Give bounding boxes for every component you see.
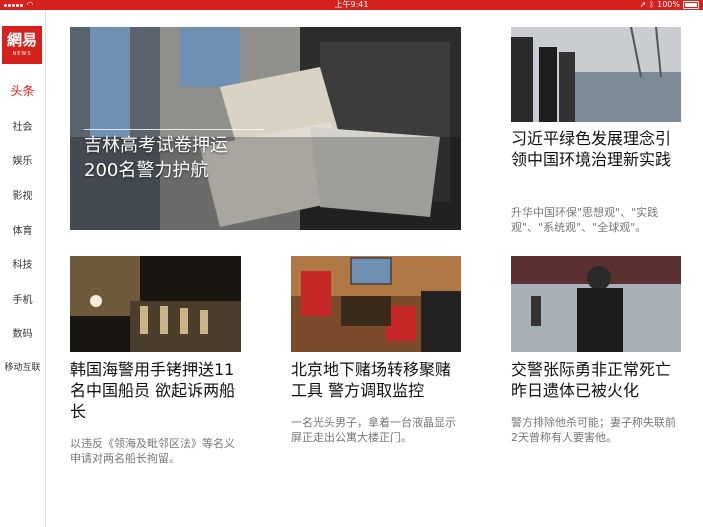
article-image	[291, 256, 461, 352]
article-card[interactable]: 北京地下赌场转移聚赌工具 警方调取监控 一名光头男子，拿着一台液晶显示屏正走出公…	[291, 256, 463, 466]
article-image	[511, 256, 681, 352]
netease-logo[interactable]: 網易 NEWS	[2, 26, 42, 64]
article-title: 韩国海警用手铐押送11名中国船员 欲起诉两船长	[70, 360, 236, 421]
article-summary: 警方排除他杀可能；妻子称失联前2天曾称有人要害他。	[511, 416, 676, 444]
article-title: 北京地下赌场转移聚赌工具 警方调取监控	[291, 360, 452, 400]
article-image	[70, 256, 241, 352]
article-title: 交警张际勇非正常死亡 昨日遗体已被火化	[511, 360, 672, 400]
status-bar: ◠ 上午9:41 ➚ ᛒ 100%	[0, 0, 703, 10]
nav-item-sports[interactable]: 体育	[0, 222, 45, 237]
article-title: 习近平绿色发展理念引领中国环境治理新实践	[511, 129, 672, 169]
battery-icon	[683, 1, 699, 9]
logo-subtext: NEWS	[12, 51, 32, 57]
article-card[interactable]: 习近平绿色发展理念引领中国环境治理新实践 升华中国环保"思想观"、"实践观"、"…	[511, 27, 683, 237]
nav-item-entertainment[interactable]: 娱乐	[0, 152, 45, 167]
battery-percent: 100%	[657, 0, 680, 9]
nav-item-society[interactable]: 社会	[0, 118, 45, 133]
hero-title: 吉林高考试卷押运 200名警力护航	[84, 133, 228, 183]
article-summary: 一名光头男子，拿着一台液晶显示屏正走出公寓大楼正门。	[291, 416, 456, 444]
nav-item-tech[interactable]: 科技	[0, 256, 45, 271]
article-card[interactable]: 韩国海警用手铐押送11名中国船员 欲起诉两船长 以违反《领海及毗邻区法》等名义申…	[70, 256, 242, 466]
sidebar: 網易 NEWS 头条 社会 娱乐 影视 体育 科技 手机 数码 移动互联	[0, 10, 46, 527]
hero-card[interactable]: 吉林高考试卷押运 200名警力护航	[70, 27, 461, 230]
nav-item-mobile-internet[interactable]: 移动互联	[0, 360, 45, 373]
logo-text: 網易	[6, 31, 37, 49]
location-icon: ➚	[639, 0, 647, 9]
article-card[interactable]: 交警张际勇非正常死亡 昨日遗体已被火化 警方排除他杀可能；妻子称失联前2天曾称有…	[511, 256, 683, 466]
nav-item-headlines[interactable]: 头条	[0, 82, 45, 99]
article-image	[511, 27, 681, 122]
hero-title-line1: 吉林高考试卷押运	[84, 135, 228, 156]
bluetooth-icon: ᛒ	[649, 0, 655, 9]
nav-item-film[interactable]: 影视	[0, 187, 45, 202]
nav-item-digital[interactable]: 数码	[0, 325, 45, 340]
article-summary: 升华中国环保"思想观"、"实践观"、"系统观"、"全球观"。	[511, 206, 659, 234]
status-time: 上午9:41	[334, 0, 369, 9]
article-summary: 以违反《领海及毗邻区法》等名义申请对两名船长拘留。	[70, 437, 235, 465]
nav-item-mobile[interactable]: 手机	[0, 291, 45, 306]
hero-title-line2: 200名警力护航	[84, 160, 209, 181]
hero-divider	[84, 129, 264, 130]
